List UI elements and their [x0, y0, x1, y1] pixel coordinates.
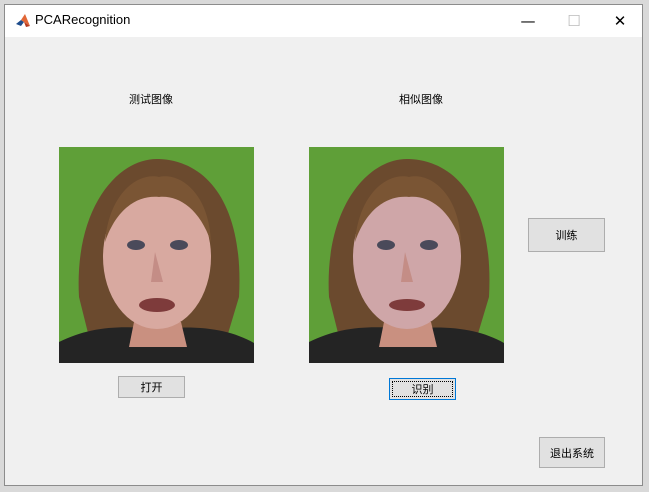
maximize-icon: ☐ [567, 12, 581, 30]
app-window: PCARecognition — ☐ ✕ 测试图像 相似图像 打开 识别 训练 … [4, 4, 643, 486]
minimize-icon: — [520, 12, 536, 30]
matlab-icon [15, 13, 31, 29]
recognize-button[interactable]: 识别 [389, 378, 456, 400]
close-icon: ✕ [613, 12, 627, 30]
test-image-label: 测试图像 [129, 93, 173, 106]
test-image [59, 147, 254, 363]
similar-image [309, 147, 504, 363]
exit-button[interactable]: 退出系统 [539, 437, 605, 468]
face-photo-icon [309, 147, 504, 363]
window-title: PCARecognition [35, 12, 131, 27]
face-photo-icon [59, 147, 254, 363]
close-button[interactable]: ✕ [597, 5, 643, 37]
similar-image-label: 相似图像 [399, 93, 443, 106]
title-bar: PCARecognition — ☐ ✕ [5, 5, 642, 37]
maximize-button[interactable]: ☐ [551, 5, 597, 37]
minimize-button[interactable]: — [505, 5, 551, 37]
train-button[interactable]: 训练 [528, 218, 605, 252]
open-button[interactable]: 打开 [118, 376, 185, 398]
